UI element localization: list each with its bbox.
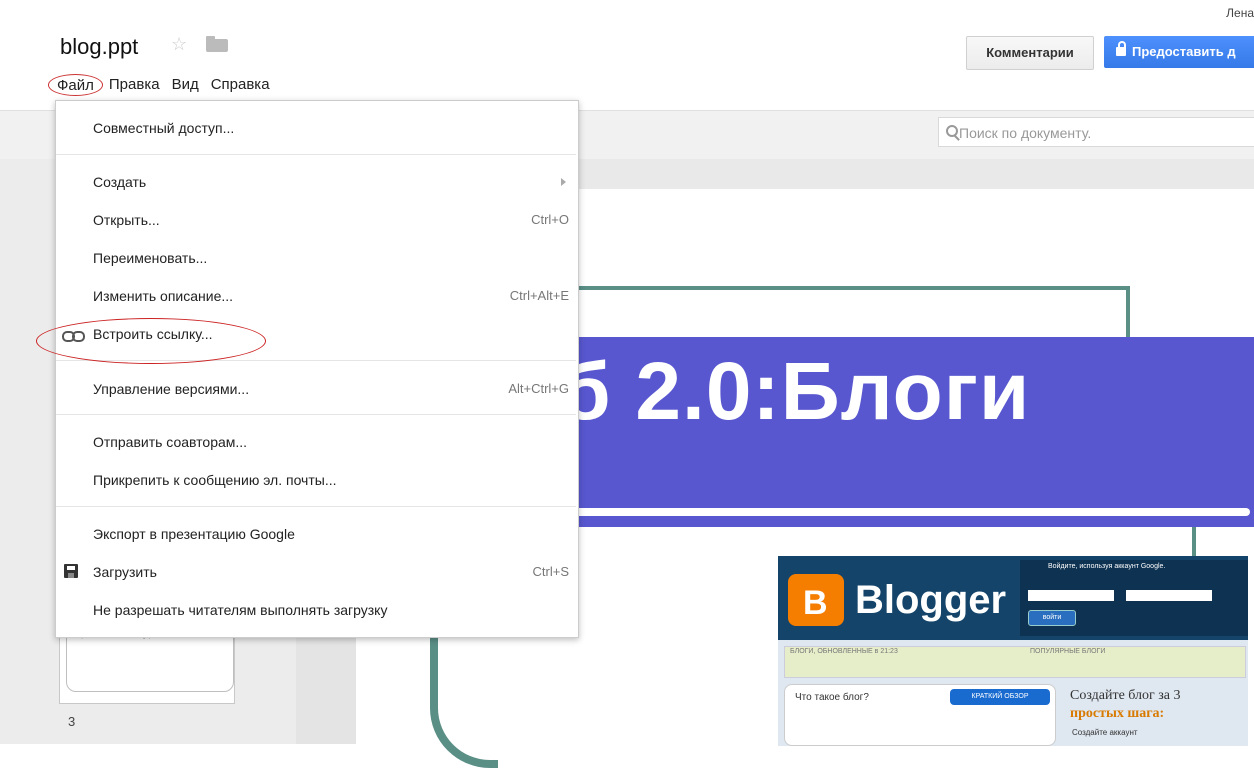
blogger-logo-letter: B bbox=[803, 584, 828, 622]
search-placeholder: Поиск по документу. bbox=[959, 125, 1092, 141]
menu-item-disable-download[interactable]: Не разрешать читателям выполнять загрузк… bbox=[56, 596, 576, 626]
menu-item-shortcut: Alt+Ctrl+G bbox=[508, 381, 569, 396]
menu-separator bbox=[56, 414, 576, 415]
slide-title: б 2.0:Блоги bbox=[560, 346, 1031, 437]
menu-item-label: Загрузить bbox=[93, 564, 157, 580]
menu-item-send-collaborators[interactable]: Отправить соавторам... bbox=[56, 428, 576, 458]
menu-item-share[interactable]: Совместный доступ... bbox=[56, 114, 576, 144]
comments-button[interactable]: Комментарии bbox=[966, 36, 1094, 70]
menu-item-label: Управление версиями... bbox=[93, 381, 250, 397]
menu-item-rename[interactable]: Переименовать... bbox=[56, 244, 576, 274]
search-input[interactable]: Поиск по документу. bbox=[938, 117, 1254, 147]
menu-item-shortcut: Ctrl+Alt+E bbox=[509, 288, 569, 303]
menu-edit[interactable]: Правка bbox=[103, 74, 166, 96]
menu-item-label: Прикрепить к сообщению эл. почты... bbox=[93, 472, 337, 488]
menu-item-label: Экспорт в презентацию Google bbox=[93, 526, 295, 542]
star-icon[interactable]: ☆ bbox=[171, 34, 187, 55]
blogger-cta-line2: простых шага: bbox=[1070, 706, 1165, 721]
menu-item-open[interactable]: Открыть... Ctrl+O bbox=[56, 206, 576, 236]
menu-item-shortcut: Ctrl+S bbox=[532, 564, 569, 579]
blogger-info-question: Что такое блог? bbox=[795, 692, 869, 703]
blogger-login-text: Войдите, используя аккаунт Google. bbox=[1048, 563, 1166, 570]
menu-item-label: Не разрешать читателям выполнять загрузк… bbox=[93, 602, 388, 618]
menu-item-download[interactable]: Загрузить Ctrl+S bbox=[56, 558, 576, 588]
user-name[interactable]: Лена bbox=[1226, 6, 1254, 20]
menu-separator bbox=[56, 154, 576, 155]
submenu-arrow-icon bbox=[561, 178, 566, 186]
document-title[interactable]: blog.ppt bbox=[60, 34, 138, 60]
search-icon bbox=[946, 125, 958, 137]
lock-icon bbox=[1116, 41, 1126, 56]
highlight-ellipse bbox=[36, 318, 266, 364]
share-button[interactable]: Предоставить д bbox=[1104, 36, 1254, 68]
menu-help[interactable]: Справка bbox=[205, 74, 276, 96]
connector-line-lower bbox=[1192, 527, 1196, 557]
blogger-wordmark: Blogger bbox=[855, 578, 1007, 622]
menu-item-label: Создать bbox=[93, 174, 147, 190]
blogger-bar-right: ПОПУЛЯРНЫЕ БЛОГИ bbox=[1030, 648, 1106, 655]
menu-file[interactable]: Файл bbox=[48, 74, 103, 96]
menu-item-attach-email[interactable]: Прикрепить к сообщению эл. почты... bbox=[56, 466, 576, 496]
banner-underline bbox=[560, 508, 1250, 516]
folder-icon[interactable] bbox=[206, 36, 228, 52]
menu-item-export-presentation[interactable]: Экспорт в презентацию Google bbox=[56, 520, 576, 550]
connector-line-top bbox=[560, 286, 1130, 290]
menu-item-label: Открыть... bbox=[93, 212, 160, 228]
menu-item-label: Переименовать... bbox=[93, 250, 208, 266]
slide-number: 3 bbox=[68, 714, 76, 729]
menu-item-label: Изменить описание... bbox=[93, 288, 234, 304]
save-icon bbox=[64, 564, 78, 578]
menu-view[interactable]: Вид bbox=[166, 74, 205, 96]
menu-item-create[interactable]: Создать bbox=[56, 168, 576, 198]
menu-item-label: Отправить соавторам... bbox=[93, 434, 248, 450]
blogger-bar-left: БЛОГИ, ОБНОВЛЕННЫЕ в 21:23 bbox=[790, 648, 898, 655]
blogger-login-button: войти bbox=[1028, 610, 1076, 626]
blogger-cta-line1: Создайте блог за 3 bbox=[1070, 688, 1181, 703]
blogger-overview-button: КРАТКИЙ ОБЗОР bbox=[950, 689, 1050, 705]
menu-separator bbox=[56, 506, 576, 507]
menu-bar: Файл Правка Вид Справка bbox=[48, 74, 276, 96]
menu-item-version-history[interactable]: Управление версиями... Alt+Ctrl+G bbox=[56, 375, 576, 405]
blogger-username-field bbox=[1028, 590, 1114, 601]
menu-item-label: Совместный доступ... bbox=[93, 120, 235, 136]
menu-item-edit-description[interactable]: Изменить описание... Ctrl+Alt+E bbox=[56, 282, 576, 312]
blogger-cta-line3: Создайте аккаунт bbox=[1072, 728, 1138, 737]
menu-item-shortcut: Ctrl+O bbox=[531, 212, 569, 227]
share-button-label: Предоставить д bbox=[1132, 44, 1236, 59]
blogger-password-field bbox=[1126, 590, 1212, 601]
